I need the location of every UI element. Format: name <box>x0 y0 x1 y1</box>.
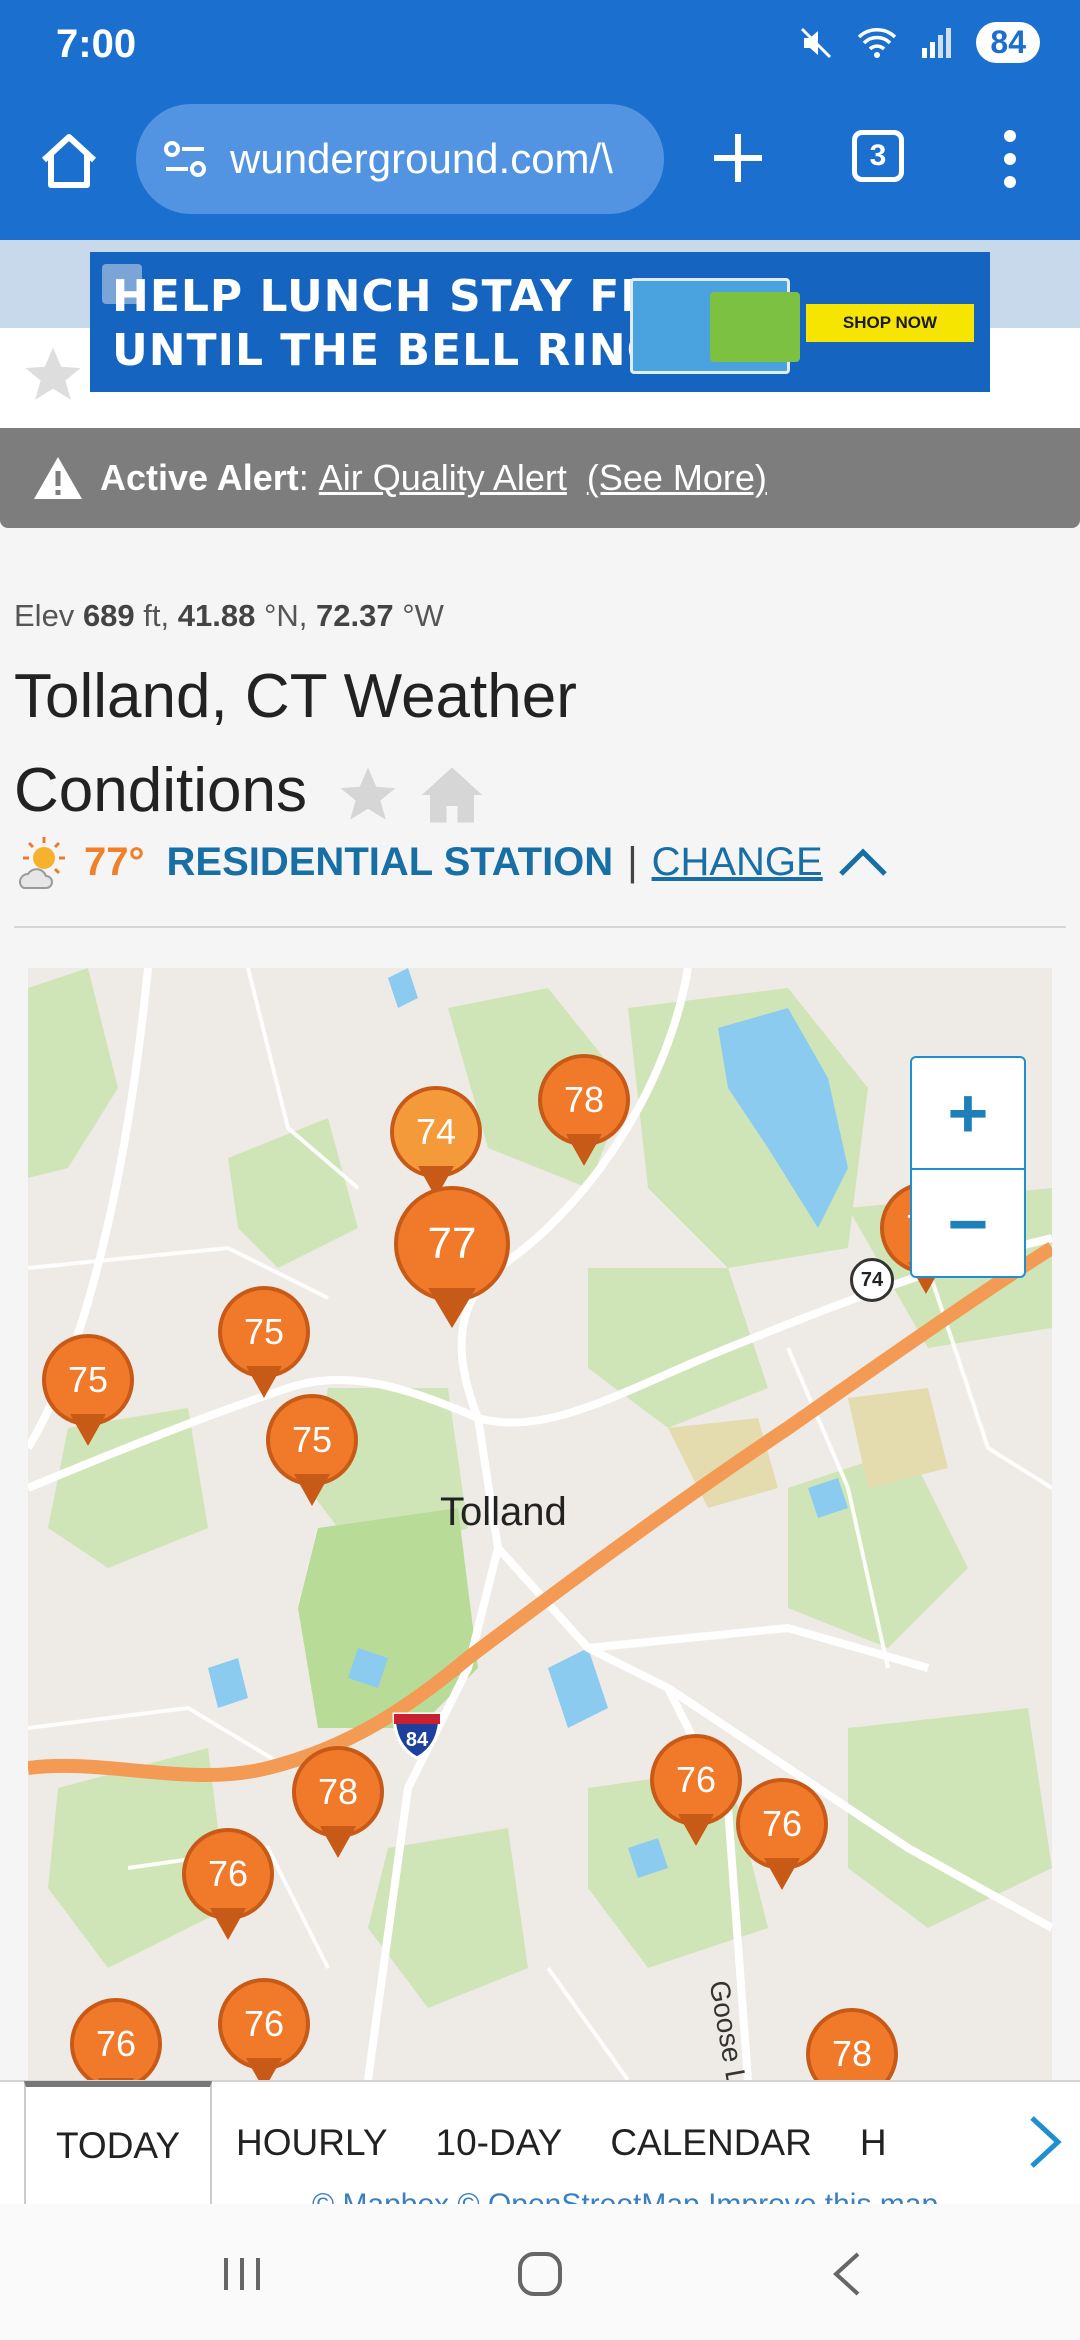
pin-temperature: 75 <box>218 1286 310 1378</box>
recent-apps-icon[interactable] <box>212 2244 272 2304</box>
station-pin[interactable]: 78 <box>292 1746 384 1862</box>
station-pin[interactable]: 76 <box>736 1778 828 1894</box>
page-title-block: Tolland, CT Weather Conditions <box>14 650 694 838</box>
status-time: 7:00 <box>56 22 137 66</box>
back-icon[interactable] <box>818 2244 878 2304</box>
forecast-tab-bar: TODAY HOURLY 10-DAY CALENDAR H <box>0 2080 1080 2205</box>
elev-label: Elev <box>14 598 75 633</box>
home-nav-icon[interactable] <box>510 2244 570 2304</box>
pin-temperature: 78 <box>806 2008 898 2080</box>
pin-temperature: 78 <box>292 1746 384 1838</box>
tab-10-day[interactable]: 10-DAY <box>412 2081 587 2205</box>
url-text: wunderground.com/\ <box>230 135 613 182</box>
station-selector: 77° RESIDENTIAL STATION | CHANGE <box>14 834 889 890</box>
browser-menu-icon[interactable] <box>990 124 1030 194</box>
alert-link[interactable]: Air Quality Alert <box>319 457 567 499</box>
station-pin[interactable]: 76 <box>70 1998 162 2080</box>
interstate-number: 84 <box>406 1729 429 1751</box>
status-bar: 7:00 84 <box>0 0 1080 92</box>
warning-icon <box>34 457 82 499</box>
active-alert-banner[interactable]: Active Alert: Air Quality Alert (See Mor… <box>0 428 1080 528</box>
pin-temperature: 76 <box>650 1734 742 1826</box>
latitude-unit: °N, <box>263 598 308 633</box>
pin-temperature: 75 <box>266 1394 358 1486</box>
station-name: RESIDENTIAL STATION <box>166 839 614 884</box>
ad-product-image-2 <box>710 292 800 362</box>
station-pin[interactable]: 75 <box>218 1286 310 1402</box>
pin-temperature: 76 <box>70 1998 162 2080</box>
wifi-icon <box>858 27 897 58</box>
station-map[interactable]: Tolland Goose Ln 84 74 74 78 77 78 75 75… <box>28 968 1052 2080</box>
tab-today[interactable]: TODAY <box>24 2081 213 2205</box>
system-navigation-bar <box>0 2204 1080 2340</box>
pin-temperature: 76 <box>182 1828 274 1920</box>
map-zoom-control: + − <box>910 1056 1026 1278</box>
pin-temperature: 76 <box>218 1978 310 2070</box>
station-pin[interactable]: 76 <box>650 1734 742 1850</box>
chevron-up-icon[interactable] <box>837 844 889 880</box>
longitude-unit: °W <box>402 598 444 633</box>
station-pin[interactable]: 78 <box>806 2008 898 2080</box>
longitude-value: 72.37 <box>316 598 394 633</box>
pin-temperature: 75 <box>42 1334 134 1426</box>
pin-temperature: 76 <box>736 1778 828 1870</box>
station-pin[interactable]: 74 <box>390 1086 482 1202</box>
page-title: Tolland, CT Weather Conditions <box>14 662 577 825</box>
address-bar[interactable]: wunderground.com/\ <box>136 104 664 214</box>
home-location-icon[interactable] <box>419 764 485 826</box>
partly-sunny-icon <box>19 837 65 889</box>
station-pin[interactable]: 75 <box>42 1334 134 1450</box>
mute-icon <box>801 27 832 58</box>
elev-value: 689 <box>82 598 135 633</box>
station-temperature: 77° <box>84 839 145 884</box>
station-pin[interactable]: 78 <box>538 1054 630 1170</box>
station-pin[interactable]: 75 <box>266 1394 358 1510</box>
change-station-link[interactable]: CHANGE <box>652 840 823 885</box>
pin-temperature: 78 <box>538 1054 630 1146</box>
advertisement-banner[interactable]: HELP LUNCH STAY FRESH UNTIL THE BELL RIN… <box>90 252 990 392</box>
station-pin[interactable]: 76 <box>218 1978 310 2080</box>
pin-temperature: 74 <box>390 1086 482 1178</box>
tab-calendar[interactable]: CALENDAR <box>586 2081 836 2205</box>
zoom-out-button[interactable]: − <box>912 1168 1024 1278</box>
status-icons: 84 <box>798 22 1040 63</box>
latitude-value: 41.88 <box>177 598 256 633</box>
zoom-in-button[interactable]: + <box>912 1058 1024 1168</box>
tab-history[interactable]: H <box>836 2081 911 2205</box>
favorite-star-icon[interactable] <box>20 342 86 408</box>
site-settings-icon[interactable] <box>162 139 208 179</box>
station-separator: | <box>627 839 638 884</box>
browser-toolbar: wunderground.com/\ 3 <box>0 92 1080 240</box>
tab-hourly[interactable]: HOURLY <box>212 2081 411 2205</box>
station-pin[interactable]: 76 <box>182 1828 274 1944</box>
section-divider <box>14 926 1066 928</box>
tab-switcher-button[interactable]: 3 <box>852 130 904 182</box>
favorite-star-icon[interactable] <box>335 762 401 828</box>
elevation-coordinates: Elev 689 ft, 41.88 °N, 72.37 °W <box>14 598 444 634</box>
new-tab-icon[interactable] <box>708 128 768 188</box>
station-pin-selected[interactable]: 77 <box>394 1186 510 1332</box>
alert-see-more-link[interactable]: (See More) <box>587 457 767 499</box>
elev-unit: ft, <box>143 598 170 633</box>
chevron-right-icon[interactable] <box>1022 2112 1068 2172</box>
battery-indicator: 84 <box>976 22 1040 63</box>
ad-shop-now-button[interactable]: SHOP NOW <box>806 304 974 342</box>
alert-separator: : <box>298 457 309 498</box>
town-label: Tolland <box>440 1490 567 1534</box>
signal-icon <box>922 27 952 58</box>
pin-temperature: 77 <box>394 1186 510 1302</box>
alert-label: Active Alert <box>100 457 299 498</box>
home-icon[interactable] <box>36 128 102 194</box>
interstate-shield-icon: 84 <box>392 1712 442 1760</box>
